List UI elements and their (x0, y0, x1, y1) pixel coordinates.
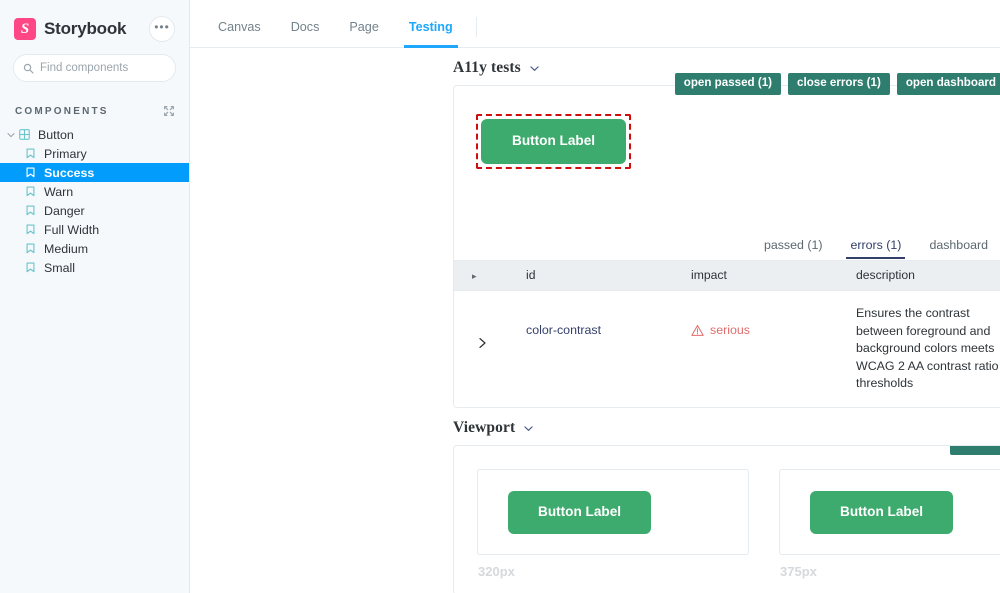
preview-button[interactable]: Button Label (508, 490, 652, 534)
column-id[interactable]: id (526, 260, 691, 291)
rule-id-link[interactable]: color-contrast (526, 323, 601, 337)
open-passed-button[interactable]: open passed (1) (674, 73, 782, 95)
impact-label: serious (710, 323, 750, 337)
chevron-down-icon[interactable] (528, 62, 541, 75)
sidebar-item-primary[interactable]: Primary (0, 144, 189, 163)
sidebar-item-small[interactable]: Small (0, 258, 189, 277)
table-body: color-contrast serious Ensures the contr… (454, 291, 1000, 408)
storybook-app: S Storybook ••• / COMPONENTS (0, 0, 1000, 593)
sidebar-item-label: Primary (44, 146, 87, 161)
search-box[interactable]: / (13, 54, 189, 82)
viewport-frame: Button Label (779, 469, 1000, 556)
row-id-cell: color-contrast (526, 291, 691, 408)
story-preview: Button Label (454, 86, 1000, 226)
sidebar-item-danger[interactable]: Danger (0, 201, 189, 220)
caret-down-icon[interactable] (5, 129, 17, 141)
row-impact-cell: serious (691, 291, 856, 408)
a11y-violation-highlight: Button Label (476, 114, 632, 169)
sidebar-item-medium[interactable]: Medium (0, 239, 189, 258)
warning-triangle-icon (691, 324, 704, 336)
column-impact[interactable]: impact (691, 260, 856, 291)
impact-badge: serious (691, 323, 856, 337)
sidebar-item-button[interactable]: Button (0, 125, 189, 144)
ellipsis-icon[interactable]: ••• (149, 16, 175, 42)
viewport-section-title: Viewport (453, 419, 516, 437)
column-description[interactable]: description (856, 260, 1000, 291)
row-expand-cell[interactable] (454, 291, 526, 408)
chevron-down-icon[interactable] (522, 422, 535, 435)
story-icon (24, 185, 37, 198)
table-row[interactable]: color-contrast serious Ensures the contr… (454, 291, 1000, 408)
top-tabbar: Canvas Docs Page Testing (190, 0, 1000, 48)
sidebar-item-label: Small (44, 260, 75, 275)
a11y-action-badges: open passed (1) close errors (1) open da… (674, 73, 1000, 95)
table-header: ▸ id impact description tags (454, 260, 1000, 291)
viewport-section-header: Viewport (453, 408, 1000, 445)
row-description-cell: Ensures the contrast between foreground … (856, 291, 1000, 408)
rule-description: Ensures the contrast between foreground … (856, 306, 999, 391)
preview-button[interactable]: Button Label (481, 119, 627, 164)
collapse-all-icon[interactable] (162, 104, 176, 118)
sidebar-item-success[interactable]: Success (0, 163, 189, 182)
sidebar-item-label: Success (44, 165, 95, 180)
sidebar-header: S Storybook ••• (0, 0, 189, 52)
storybook-logo-icon: S (14, 18, 36, 40)
preview-button[interactable]: Button Label (810, 490, 954, 534)
viewport-item-320: Button Label 320px (477, 469, 749, 579)
table-header-row: ▸ id impact description tags (454, 260, 1000, 291)
triangle-right-icon[interactable]: ▸ (472, 271, 477, 281)
search-input[interactable] (40, 62, 189, 74)
subtab-passed[interactable]: passed (1) (750, 238, 837, 260)
a11y-subtab-list: passed (1) errors (1) dashboard (454, 226, 1000, 260)
viewport-width-label: 375px (780, 564, 817, 580)
widths-button[interactable]: widths (950, 446, 1000, 455)
tab-docs[interactable]: Docs (276, 21, 335, 47)
logo-letter: S (20, 20, 30, 37)
component-icon (18, 128, 31, 141)
viewport-strip: Button Label 320px Button Label 375px Bu… (454, 469, 1000, 579)
subtab-dashboard[interactable]: dashboard (915, 238, 1000, 260)
tab-list: Canvas Docs Page Testing (203, 0, 481, 48)
sidebar-item-label: Full Width (44, 222, 100, 237)
main-panel: Canvas Docs Page Testing A11y tests open… (190, 0, 1000, 593)
a11y-panel: open passed (1) close errors (1) open da… (453, 73, 1000, 409)
sidebar-item-label: Danger (44, 203, 85, 218)
story-icon (24, 166, 37, 179)
story-icon (24, 223, 37, 236)
story-icon (24, 261, 37, 274)
sidebar-item-warn[interactable]: Warn (0, 182, 189, 201)
brand-title: Storybook (44, 19, 127, 38)
tab-divider (475, 17, 477, 37)
sidebar-item-full-width[interactable]: Full Width (0, 220, 189, 239)
tab-canvas[interactable]: Canvas (203, 21, 276, 47)
story-icon (24, 204, 37, 217)
tab-testing[interactable]: Testing (394, 21, 468, 48)
chevron-right-icon[interactable] (478, 305, 487, 352)
viewport-item-375: Button Label 375px (779, 469, 1000, 579)
components-section-label: COMPONENTS (15, 105, 109, 117)
viewport-panel: widths Button Label 320px Button Label 3… (453, 445, 1000, 593)
a11y-results-table: ▸ id impact description tags (454, 260, 1000, 407)
sidebar-item-label: Medium (44, 241, 89, 256)
components-section-header: COMPONENTS (0, 82, 189, 125)
testing-content: A11y tests open passed (1) close errors … (190, 48, 1000, 593)
subtab-errors[interactable]: errors (1) (836, 238, 915, 260)
viewport-width-label: 320px (478, 564, 515, 580)
story-icon (24, 242, 37, 255)
open-dashboard-button[interactable]: open dashboard (896, 73, 1000, 95)
column-expand-all[interactable]: ▸ (454, 260, 526, 291)
widths-badge-wrap: widths (950, 446, 1000, 455)
search-icon (23, 63, 34, 73)
component-tree: Button Primary Success Warn Danger Full … (0, 125, 189, 277)
a11y-section-title: A11y tests (453, 59, 521, 76)
sidebar: S Storybook ••• / COMPONENTS (0, 0, 190, 593)
close-errors-button[interactable]: close errors (1) (788, 73, 890, 95)
viewport-frame: Button Label (477, 469, 749, 556)
sidebar-item-label: Warn (44, 184, 74, 199)
sidebar-item-label: Button (38, 127, 74, 142)
tab-page[interactable]: Page (334, 21, 393, 47)
story-icon (24, 147, 37, 160)
